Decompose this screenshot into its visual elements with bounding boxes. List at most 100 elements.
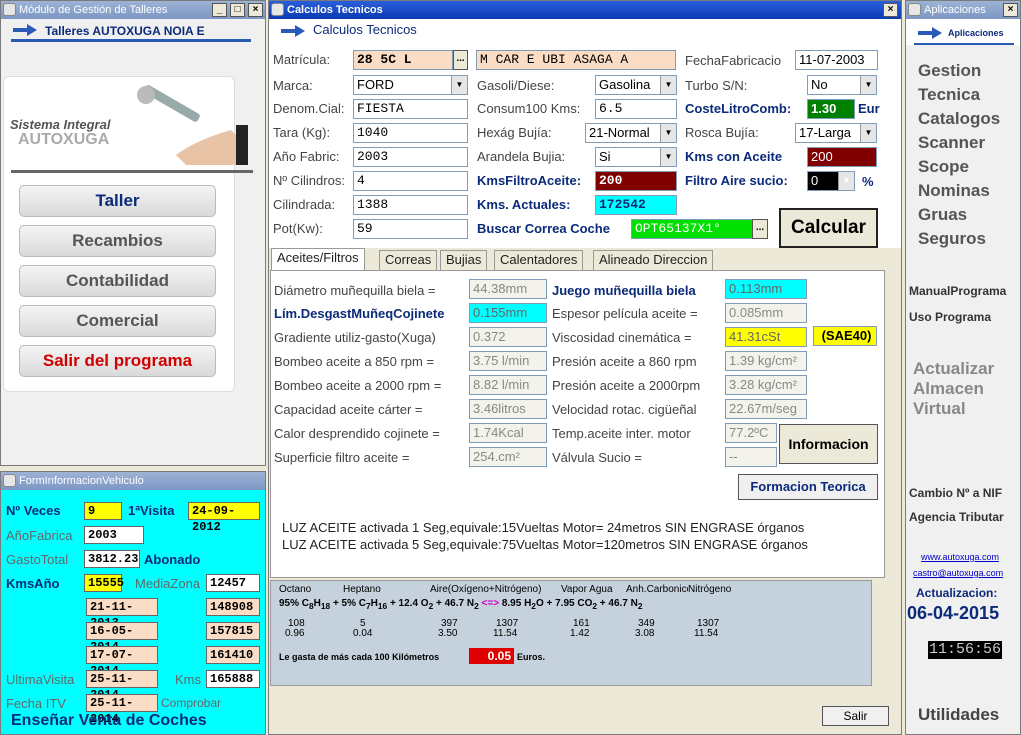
chem-value: 1.42 bbox=[570, 628, 590, 639]
tab-spark-plugs[interactable]: Bujias bbox=[440, 250, 488, 270]
information-button[interactable]: Informacion bbox=[779, 424, 878, 464]
history-kms: 157815 bbox=[206, 622, 260, 640]
history-date: 17-07-2014 bbox=[86, 646, 158, 678]
result-label: Juego muñequilla biela bbox=[552, 283, 696, 298]
tab-heaters[interactable]: Calentadores bbox=[494, 250, 584, 270]
oil-kms-value[interactable]: 200 bbox=[807, 147, 877, 167]
history-kms: 148908 bbox=[206, 598, 260, 616]
year-input[interactable]: 2003 bbox=[353, 147, 468, 167]
nif-change-link[interactable]: Cambio Nº a NIF bbox=[909, 486, 1019, 500]
weight-input[interactable]: 1040 bbox=[353, 123, 468, 143]
arrow-right-icon bbox=[918, 27, 942, 39]
theory-training-button[interactable]: Formacion Teorica bbox=[738, 474, 878, 500]
result-label: Válvula Sucio = bbox=[552, 450, 642, 465]
window-app-icon bbox=[908, 3, 921, 16]
menu-contabilidad-button[interactable]: Contabilidad bbox=[19, 265, 216, 297]
chevron-down-icon[interactable]: ▼ bbox=[660, 148, 676, 166]
belt-browse-button[interactable]: ... bbox=[752, 219, 768, 239]
chem-value: 3.08 bbox=[635, 628, 655, 639]
sell-cars-link[interactable]: Enseñar Venta de Coches bbox=[11, 712, 207, 730]
exit-button[interactable]: Salir bbox=[822, 706, 889, 726]
website-link[interactable]: www.autoxuga.com bbox=[921, 552, 999, 562]
chevron-down-icon[interactable]: ▼ bbox=[860, 76, 876, 94]
chevron-down-icon[interactable]: ▼ bbox=[860, 124, 876, 142]
model-label: Denom.Cial: bbox=[273, 101, 345, 116]
manufacture-date-label: FechaFabricacio bbox=[685, 53, 782, 68]
result-value: 0.113mm bbox=[725, 279, 807, 299]
thread-select[interactable]: 17-Larga ▼ bbox=[795, 123, 877, 143]
visits-value: 9 bbox=[84, 502, 122, 520]
menu-exit-button[interactable]: Salir del programa bbox=[19, 345, 216, 377]
result-value: 0.372 bbox=[469, 327, 547, 347]
air-filter-select[interactable]: 0 ▼ bbox=[807, 171, 855, 191]
manufacture-date-input[interactable]: 11-07-2003 bbox=[795, 50, 878, 70]
app-scope-link[interactable]: Scope bbox=[918, 157, 969, 177]
menu-comercial-button[interactable]: Comercial bbox=[19, 305, 216, 337]
consumption-input[interactable]: 6.5 bbox=[595, 99, 677, 119]
manual-link[interactable]: ManualPrograma bbox=[909, 284, 1019, 298]
close-button[interactable]: × bbox=[248, 3, 263, 17]
model-input[interactable]: FIESTA bbox=[353, 99, 468, 119]
brand-select[interactable]: FORD ▼ bbox=[353, 75, 468, 95]
chem-term: H bbox=[313, 598, 321, 609]
washer-select[interactable]: Si ▼ bbox=[595, 147, 677, 167]
menu-taller-button[interactable]: Taller bbox=[19, 185, 216, 217]
main-module-titlebar: Módulo de Gestión de Talleres _ □ × bbox=[1, 1, 265, 19]
chem-header: Vapor Agua bbox=[561, 584, 613, 595]
chem-term: H bbox=[370, 598, 378, 609]
fuel-select[interactable]: Gasolina ▼ bbox=[595, 75, 677, 95]
app-nominas-link[interactable]: Nominas bbox=[918, 181, 990, 201]
fuel-cost-input[interactable]: 1.30 bbox=[807, 99, 855, 119]
chevron-down-icon[interactable]: ▼ bbox=[451, 76, 467, 94]
logo-divider bbox=[11, 170, 253, 173]
app-scanner-link[interactable]: Scanner bbox=[918, 133, 985, 153]
chem-term: 8.95 H bbox=[501, 598, 532, 609]
usage-link[interactable]: Uso Programa bbox=[909, 310, 991, 324]
result-value: 1.74Kcal bbox=[469, 423, 547, 443]
update-date-label: Actualizacion: bbox=[916, 586, 998, 600]
close-button[interactable]: × bbox=[1003, 3, 1018, 17]
calculate-button[interactable]: Calcular bbox=[779, 208, 878, 248]
oil-filter-kms-value[interactable]: 200 bbox=[595, 171, 677, 191]
year-label: Año Fabric: bbox=[273, 149, 340, 164]
displacement-input[interactable]: 1388 bbox=[353, 195, 468, 215]
menu-recambios-button[interactable]: Recambios bbox=[19, 225, 216, 257]
spark-hex-select[interactable]: 21-Normal ▼ bbox=[585, 123, 677, 143]
chevron-down-icon[interactable]: ▼ bbox=[660, 124, 676, 142]
tax-agency-link[interactable]: Agencia Tributar bbox=[909, 510, 1019, 524]
belt-search-input[interactable]: OPT65137X1° bbox=[631, 219, 753, 239]
turbo-select[interactable]: No ▼ bbox=[807, 75, 877, 95]
air-filter-value: 0 bbox=[811, 173, 819, 188]
result-label: Bombeo aceite a 2000 rpm = bbox=[274, 378, 442, 393]
maximize-button[interactable]: □ bbox=[230, 3, 245, 17]
apps-divider bbox=[914, 43, 1014, 45]
email-link[interactable]: castro@autoxuga.com bbox=[913, 568, 1003, 578]
app-tecnica-link[interactable]: Tecnica bbox=[918, 85, 980, 105]
update-link-3[interactable]: Virtual bbox=[913, 399, 966, 419]
spark-hex-value: 21-Normal bbox=[589, 125, 650, 140]
digital-clock: 11:56:56 bbox=[928, 641, 1002, 659]
plate-browse-button[interactable]: ... bbox=[453, 50, 468, 70]
app-gestion-link[interactable]: Gestion bbox=[918, 61, 981, 81]
tab-alignment[interactable]: Alineado Direccion bbox=[593, 250, 714, 270]
tab-oils-filters[interactable]: Aceites/Filtros bbox=[271, 248, 365, 271]
app-gruas-link[interactable]: Gruas bbox=[918, 205, 967, 225]
close-button[interactable]: × bbox=[883, 3, 898, 17]
utilities-link[interactable]: Utilidades bbox=[918, 705, 999, 725]
chevron-down-icon[interactable]: ▼ bbox=[838, 172, 854, 190]
app-seguros-link[interactable]: Seguros bbox=[918, 229, 986, 249]
current-kms-label: Kms. Actuales: bbox=[477, 197, 571, 212]
power-input[interactable]: 59 bbox=[353, 219, 468, 239]
cylinders-input[interactable]: 4 bbox=[353, 171, 468, 191]
last-visit-value: 25-11-2014 bbox=[86, 670, 158, 702]
current-kms-value[interactable]: 172542 bbox=[595, 195, 677, 215]
app-catalogos-link[interactable]: Catalogos bbox=[918, 109, 1000, 129]
update-link-2[interactable]: Almacen bbox=[913, 379, 984, 399]
plate-input[interactable]: 28 5C L bbox=[353, 50, 453, 70]
chevron-down-icon[interactable]: ▼ bbox=[660, 76, 676, 94]
tab-belts[interactable]: Correas bbox=[379, 250, 438, 270]
consumption-label: Consum100 Kms: bbox=[477, 101, 581, 116]
minimize-button[interactable]: _ bbox=[212, 3, 227, 17]
update-link-1[interactable]: Actualizar bbox=[913, 359, 994, 379]
result-label: Presión aceite a 2000rpm bbox=[552, 378, 701, 393]
